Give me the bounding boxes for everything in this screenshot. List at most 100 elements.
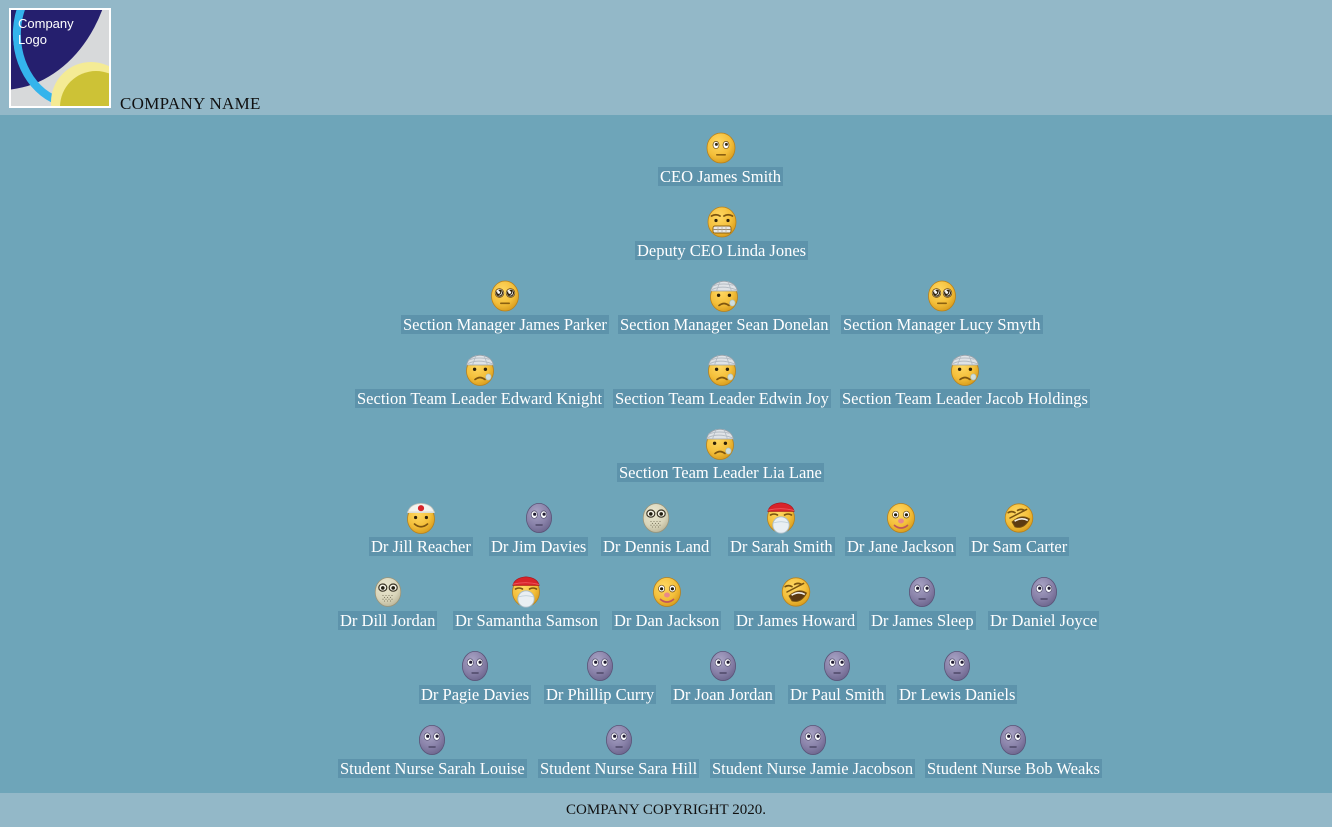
purple-face-icon	[457, 648, 493, 684]
logo-text: Company Logo	[18, 16, 74, 48]
clown-nose-smiling-face-icon	[883, 500, 919, 536]
org-node-label: Dr Sarah Smith	[728, 537, 835, 556]
purple-face-icon	[414, 722, 450, 758]
headband-smiling-face-icon	[403, 500, 439, 536]
org-node-label: Dr Samantha Samson	[453, 611, 600, 630]
org-node[interactable]: CEO James Smith	[658, 130, 784, 186]
org-node-label: Dr Jim Davies	[489, 537, 589, 556]
org-node-label: Section Team Leader Edward Knight	[355, 389, 605, 408]
org-node-label: Section Manager James Parker	[401, 315, 609, 334]
grimacing-face-icon	[704, 204, 740, 240]
org-node-label: Dr Lewis Daniels	[897, 685, 1018, 704]
org-node[interactable]: Dr Lewis Daniels	[897, 648, 1018, 704]
org-node-label: Dr Phillip Curry	[544, 685, 657, 704]
org-node[interactable]: Section Manager Lucy Smyth	[841, 278, 1043, 334]
masked-headband-face-icon	[763, 500, 799, 536]
purple-face-icon	[521, 500, 557, 536]
org-node[interactable]: Dr James Sleep	[869, 574, 976, 630]
org-node-label: CEO James Smith	[658, 167, 784, 186]
masked-headband-face-icon	[508, 574, 544, 610]
org-node[interactable]: Section Manager James Parker	[401, 278, 609, 334]
org-node-label: Dr Pagie Davies	[419, 685, 532, 704]
purple-face-icon	[705, 648, 741, 684]
org-node-label: Dr James Howard	[734, 611, 858, 630]
company-logo-artwork: Company Logo	[11, 10, 109, 106]
org-node[interactable]: Dr Jim Davies	[489, 500, 589, 556]
dizzy-face-icon	[487, 278, 523, 314]
dizzy-face-icon	[924, 278, 960, 314]
head-bandage-face-icon	[704, 352, 740, 388]
org-node-label: Student Nurse Sara Hill	[538, 759, 700, 778]
org-node-label: Dr Dill Jordan	[338, 611, 438, 630]
org-node-label: Dr Joan Jordan	[671, 685, 775, 704]
head-bandage-face-icon	[947, 352, 983, 388]
head-bandage-face-icon	[702, 426, 738, 462]
purple-face-icon	[939, 648, 975, 684]
org-node[interactable]: Dr Daniel Joyce	[988, 574, 1100, 630]
org-node-label: Section Team Leader Jacob Holdings	[840, 389, 1090, 408]
org-node-label: Deputy CEO Linda Jones	[635, 241, 809, 260]
yawning-face-icon	[1001, 500, 1037, 536]
company-logo: Company Logo	[9, 8, 111, 108]
purple-face-icon	[601, 722, 637, 758]
org-node-label: Student Nurse Bob Weaks	[925, 759, 1102, 778]
org-node[interactable]: Deputy CEO Linda Jones	[635, 204, 809, 260]
page-title: COMPANY NAME	[120, 94, 261, 113]
org-node[interactable]: Student Nurse Bob Weaks	[925, 722, 1102, 778]
logo-text-line1: Company	[18, 16, 74, 31]
org-node[interactable]: Dr James Howard	[734, 574, 858, 630]
org-node[interactable]: Dr Sarah Smith	[728, 500, 835, 556]
org-node[interactable]: Dr Samantha Samson	[453, 574, 600, 630]
org-node[interactable]: Dr Jane Jackson	[845, 500, 957, 556]
org-node[interactable]: Dr Phillip Curry	[544, 648, 657, 704]
yawning-face-icon	[778, 574, 814, 610]
org-node[interactable]: Dr Pagie Davies	[419, 648, 532, 704]
org-node[interactable]: Section Team Leader Edward Knight	[355, 352, 605, 408]
org-node-label: Dr Jane Jackson	[845, 537, 957, 556]
org-node-label: Dr Daniel Joyce	[988, 611, 1100, 630]
org-node[interactable]: Student Nurse Jamie Jacobson	[710, 722, 916, 778]
purple-face-icon	[995, 722, 1031, 758]
org-chart-canvas: CEO James Smith Deputy CEO Linda Jones Sec…	[0, 115, 1332, 793]
copyright-text: COMPANY COPYRIGHT 2020.	[566, 802, 766, 818]
org-node-label: Section Team Leader Edwin Joy	[613, 389, 831, 408]
pale-stubble-face-icon	[638, 500, 674, 536]
pale-stubble-face-icon	[370, 574, 406, 610]
purple-face-icon	[795, 722, 831, 758]
org-node-label: Section Manager Sean Donelan	[618, 315, 831, 334]
org-node-label: Dr Paul Smith	[788, 685, 887, 704]
org-node[interactable]: Dr Jill Reacher	[369, 500, 473, 556]
org-node-label: Student Nurse Jamie Jacobson	[710, 759, 916, 778]
org-node[interactable]: Student Nurse Sara Hill	[538, 722, 700, 778]
logo-text-line2: Logo	[18, 32, 47, 47]
org-node[interactable]: Section Team Leader Lia Lane	[617, 426, 824, 482]
org-node[interactable]: Dr Sam Carter	[969, 500, 1070, 556]
head-bandage-face-icon	[462, 352, 498, 388]
org-node-label: Dr Dennis Land	[601, 537, 712, 556]
org-node[interactable]: Dr Dennis Land	[601, 500, 712, 556]
head-bandage-face-icon	[706, 278, 742, 314]
org-node-label: Dr Dan Jackson	[612, 611, 722, 630]
org-chart-page: Company Logo COMPANY NAME CEO James Smit…	[0, 0, 1332, 827]
purple-face-icon	[1026, 574, 1062, 610]
org-node[interactable]: Dr Dill Jordan	[338, 574, 438, 630]
org-node-label: Section Team Leader Lia Lane	[617, 463, 824, 482]
org-node[interactable]: Student Nurse Sarah Louise	[338, 722, 527, 778]
page-footer: COMPANY COPYRIGHT 2020.	[0, 793, 1332, 827]
org-node[interactable]: Dr Dan Jackson	[612, 574, 722, 630]
org-node-label: Dr Sam Carter	[969, 537, 1070, 556]
org-node[interactable]: Section Team Leader Jacob Holdings	[840, 352, 1090, 408]
org-node-label: Student Nurse Sarah Louise	[338, 759, 527, 778]
org-node-label: Dr James Sleep	[869, 611, 976, 630]
org-node[interactable]: Dr Joan Jordan	[671, 648, 775, 704]
org-node-label: Dr Jill Reacher	[369, 537, 473, 556]
page-header: Company Logo COMPANY NAME	[0, 0, 1332, 115]
neutral-face-icon	[703, 130, 739, 166]
purple-face-icon	[819, 648, 855, 684]
clown-nose-smiling-face-icon	[649, 574, 685, 610]
org-node[interactable]: Section Team Leader Edwin Joy	[613, 352, 831, 408]
org-node[interactable]: Section Manager Sean Donelan	[618, 278, 831, 334]
purple-face-icon	[904, 574, 940, 610]
org-node[interactable]: Dr Paul Smith	[788, 648, 887, 704]
org-node-label: Section Manager Lucy Smyth	[841, 315, 1043, 334]
